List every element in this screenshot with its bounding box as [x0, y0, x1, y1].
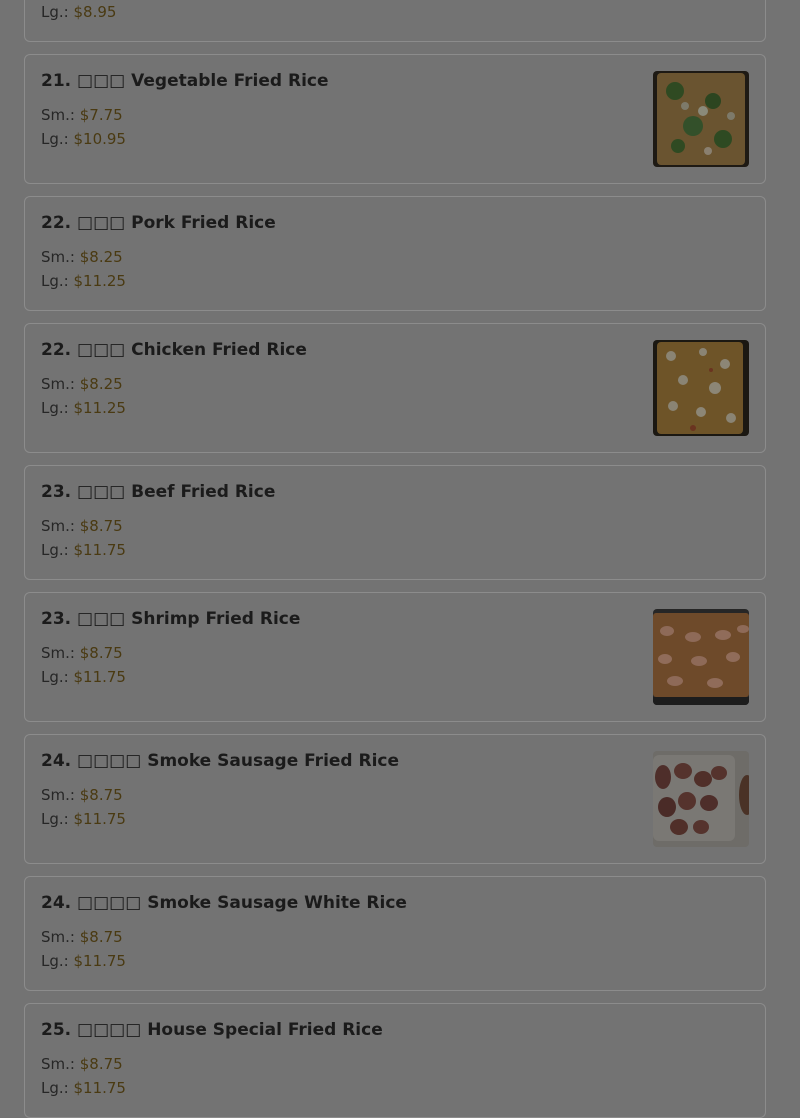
- shrimp-fried-rice-photo[interactable]: [653, 609, 749, 705]
- menu-item-title: 21. □□□ Vegetable Fried Rice: [41, 71, 329, 91]
- small-price: $8.75: [79, 786, 123, 804]
- smoke-sausage-photo[interactable]: [653, 751, 749, 847]
- small-price-line: Sm.: $8.75: [41, 786, 123, 804]
- small-price-line: Sm.: $8.75: [41, 928, 123, 946]
- small-price-line: Sm.: $8.25: [41, 248, 123, 266]
- small-price: $8.75: [79, 1055, 123, 1073]
- menu-item-title: 23. □□□ Shrimp Fried Rice: [41, 609, 301, 629]
- small-price: $8.75: [79, 928, 123, 946]
- menu-item-title: 22. □□□ Pork Fried Rice: [41, 213, 276, 233]
- small-price: $8.25: [79, 248, 123, 266]
- large-label: Lg.:: [41, 1079, 69, 1097]
- large-price: $11.25: [73, 399, 126, 417]
- menu-item-title: 24. □□□□ Smoke Sausage White Rice: [41, 893, 407, 913]
- small-price-line: Sm.: $7.75: [41, 106, 123, 124]
- small-price-line: Sm.: $8.75: [41, 644, 123, 662]
- small-price: $8.75: [79, 517, 123, 535]
- large-price: $11.75: [73, 1079, 126, 1097]
- large-price-line: Lg.: $11.25: [41, 399, 126, 417]
- menu-item-title: 25. □□□□ House Special Fried Rice: [41, 1020, 383, 1040]
- large-price: $11.75: [73, 810, 126, 828]
- small-label: Sm.:: [41, 1055, 75, 1073]
- small-price: $7.75: [79, 106, 123, 124]
- large-label: Lg.:: [41, 3, 69, 21]
- large-label: Lg.:: [41, 810, 69, 828]
- small-price-line: Sm.: $8.75: [41, 1055, 123, 1073]
- large-price-line: Lg.: $10.95: [41, 130, 126, 148]
- large-label: Lg.:: [41, 399, 69, 417]
- small-label: Sm.:: [41, 644, 75, 662]
- menu-item-card[interactable]: 22. □□□ Pork Fried Rice Sm.: $8.25 Lg.: …: [24, 196, 766, 311]
- small-price-line: Sm.: $8.25: [41, 375, 123, 393]
- menu-item-title: 22. □□□ Chicken Fried Rice: [41, 340, 307, 360]
- large-price: $11.75: [73, 668, 126, 686]
- large-price-line: Lg.: $11.75: [41, 810, 126, 828]
- menu-item-card[interactable]: 24. □□□□ Smoke Sausage White Rice Sm.: $…: [24, 876, 766, 991]
- large-label: Lg.:: [41, 668, 69, 686]
- menu-item-card[interactable]: 25. □□□□ House Special Fried Rice Sm.: $…: [24, 1003, 766, 1118]
- large-label: Lg.:: [41, 952, 69, 970]
- large-price: $11.75: [73, 952, 126, 970]
- large-label: Lg.:: [41, 272, 69, 290]
- small-price: $8.75: [79, 644, 123, 662]
- menu-item-card[interactable]: 24. □□□□ Smoke Sausage Fried Rice Sm.: $…: [24, 734, 766, 864]
- chicken-fried-rice-photo[interactable]: [653, 340, 749, 436]
- small-label: Sm.:: [41, 517, 75, 535]
- large-price-line: Lg.: $11.25: [41, 272, 126, 290]
- large-price-line: Lg.: $11.75: [41, 541, 126, 559]
- small-label: Sm.:: [41, 248, 75, 266]
- large-price-line: Lg.: $8.95: [41, 3, 116, 21]
- small-label: Sm.:: [41, 375, 75, 393]
- menu-item-card-partial[interactable]: Lg.: $8.95: [24, 0, 766, 42]
- small-price-line: Sm.: $8.75: [41, 517, 123, 535]
- large-price-line: Lg.: $11.75: [41, 668, 126, 686]
- large-label: Lg.:: [41, 130, 69, 148]
- large-price: $8.95: [73, 3, 117, 21]
- menu-item-title: 24. □□□□ Smoke Sausage Fried Rice: [41, 751, 400, 771]
- small-price: $8.25: [79, 375, 123, 393]
- large-price-line: Lg.: $11.75: [41, 952, 126, 970]
- menu-item-card[interactable]: 23. □□□ Shrimp Fried Rice Sm.: $8.75 Lg.…: [24, 592, 766, 722]
- small-label: Sm.:: [41, 928, 75, 946]
- large-price-line: Lg.: $11.75: [41, 1079, 126, 1097]
- menu-item-card[interactable]: 22. □□□ Chicken Fried Rice Sm.: $8.25 Lg…: [24, 323, 766, 453]
- large-price: $10.95: [73, 130, 126, 148]
- large-price: $11.75: [73, 541, 126, 559]
- small-label: Sm.:: [41, 786, 75, 804]
- menu-item-card[interactable]: 21. □□□ Vegetable Fried Rice Sm.: $7.75 …: [24, 54, 766, 184]
- menu-item-card[interactable]: 23. □□□ Beef Fried Rice Sm.: $8.75 Lg.: …: [24, 465, 766, 580]
- vegetable-fried-rice-photo[interactable]: [653, 71, 749, 167]
- menu-item-title: 23. □□□ Beef Fried Rice: [41, 482, 276, 502]
- small-label: Sm.:: [41, 106, 75, 124]
- large-price: $11.25: [73, 272, 126, 290]
- large-label: Lg.:: [41, 541, 69, 559]
